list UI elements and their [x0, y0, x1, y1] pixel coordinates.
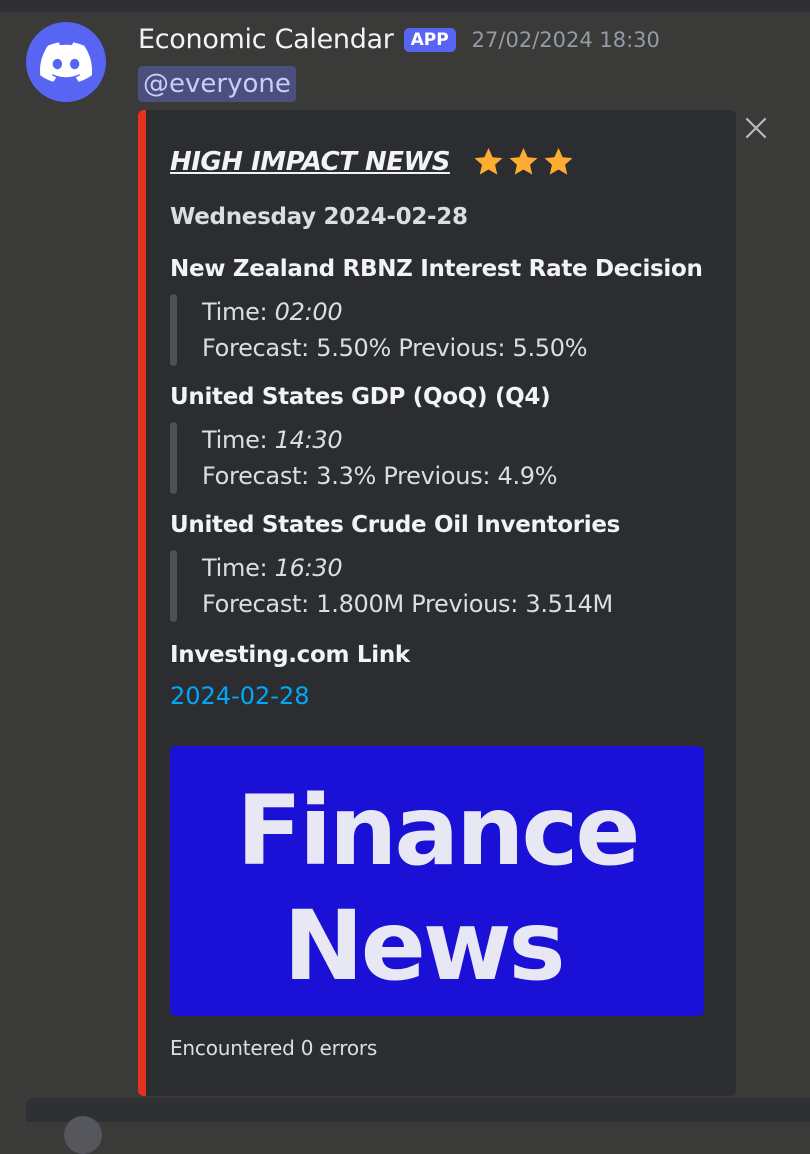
- event-time: Time: 16:30: [202, 554, 343, 582]
- investing-link[interactable]: 2024-02-28: [170, 682, 309, 710]
- top-bar: [0, 0, 810, 12]
- finance-news-logo: Finance News: [237, 775, 641, 1002]
- event-forecast: Forecast: 5.50% Previous: 5.50%: [202, 334, 588, 362]
- app-badge: APP: [403, 27, 456, 52]
- star-icon: [544, 148, 573, 175]
- event-time: Time: 14:30: [202, 426, 343, 454]
- author-name[interactable]: Economic Calendar: [138, 24, 394, 55]
- event-details-quote: Time: 16:30 Forecast: 1.800M Previous: 3…: [170, 550, 710, 622]
- logo-line-1: Finance: [237, 775, 638, 887]
- message-header: Economic Calendar APP 27/02/2024 18:30: [138, 24, 660, 55]
- close-icon[interactable]: [742, 114, 770, 142]
- event-forecast: Forecast: 3.3% Previous: 4.9%: [202, 462, 558, 490]
- message-timestamp: 27/02/2024 18:30: [471, 27, 660, 52]
- everyone-mention[interactable]: @everyone: [138, 66, 296, 102]
- quote-bar: [170, 294, 177, 366]
- event-details-quote: Time: 02:00 Forecast: 5.50% Previous: 5.…: [170, 294, 710, 366]
- author-avatar[interactable]: [26, 22, 106, 102]
- logo-line-2: News: [283, 890, 562, 1002]
- embed-accent-bar: [138, 110, 146, 1096]
- quote-bar: [170, 422, 177, 494]
- embed-title: HIGH IMPACT NEWS: [170, 146, 575, 178]
- event-time: Time: 02:00: [202, 298, 343, 326]
- link-heading: Investing.com Link: [170, 642, 410, 668]
- event-title: United States Crude Oil Inventories: [170, 512, 621, 538]
- message-composer-bar: [26, 1098, 810, 1122]
- event-details-quote: Time: 14:30 Forecast: 3.3% Previous: 4.9…: [170, 422, 710, 494]
- impact-stars: [472, 146, 575, 178]
- embed-title-text: HIGH IMPACT NEWS: [170, 147, 450, 177]
- discord-logo-icon: [40, 42, 92, 82]
- event-forecast: Forecast: 1.800M Previous: 3.514M: [202, 590, 613, 618]
- event-title: New Zealand RBNZ Interest Rate Decision: [170, 256, 703, 282]
- embed-image[interactable]: Finance News: [170, 746, 704, 1016]
- day-heading: Wednesday 2024-02-28: [170, 204, 468, 230]
- event-title: United States GDP (QoQ) (Q4): [170, 384, 551, 410]
- quote-bar: [170, 550, 177, 622]
- star-icon: [474, 148, 503, 175]
- star-icon: [509, 148, 538, 175]
- embed-footer: Encountered 0 errors: [170, 1036, 378, 1060]
